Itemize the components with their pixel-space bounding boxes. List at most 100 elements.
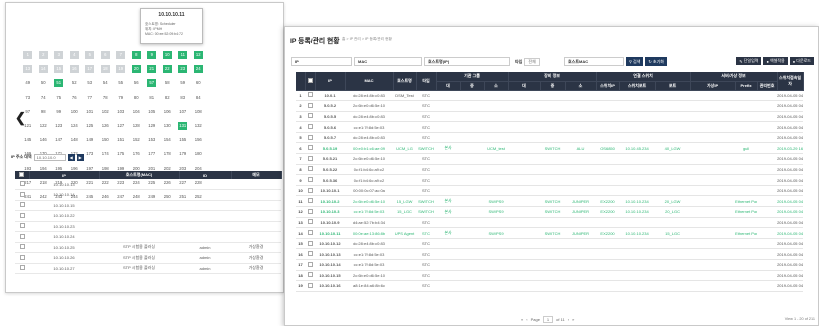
ip-cell[interactable]: 3 <box>51 48 67 62</box>
ip-cell[interactable]: 149 <box>82 133 98 147</box>
table-row[interactable]: 12 10.10.10.3 cc:e1:7f:8d:5e:03 15_LGC SWITC… <box>296 206 819 218</box>
ip-cell[interactable]: 128 <box>129 119 145 133</box>
hostname-search-field[interactable]: 호스트명(IP) <box>424 57 510 66</box>
ip-cell[interactable]: 175 <box>113 147 129 161</box>
row-checkbox[interactable] <box>15 210 29 222</box>
table-row[interactable]: 10.10.10.26 STP 시험용 플러싱 admin 가상환경 <box>15 252 281 264</box>
ip-cell[interactable]: 99 <box>51 105 67 119</box>
ip-cell[interactable]: 24 <box>191 62 207 76</box>
ip-cell[interactable]: 13 <box>20 62 36 76</box>
ip-cell[interactable]: 16 <box>67 62 83 76</box>
ip-cell[interactable]: 98 <box>36 105 52 119</box>
ip-cell[interactable]: 153 <box>144 133 160 147</box>
table-row[interactable]: 16 10.10.10.13 cc:e1:7f:8d:5e:03 STC 2019-04… <box>296 248 819 260</box>
ip-cell[interactable]: 129 <box>144 119 160 133</box>
column-header[interactable]: 소 <box>565 81 597 91</box>
row-checkbox[interactable] <box>305 280 315 292</box>
ip-cell[interactable]: 14 <box>36 62 52 76</box>
row-checkbox[interactable] <box>305 90 315 102</box>
row-checkbox[interactable] <box>305 195 315 208</box>
ip-cell[interactable]: 151 <box>113 133 129 147</box>
ip-cell[interactable]: 74 <box>36 91 52 105</box>
type-select[interactable]: 전체 <box>524 57 540 66</box>
ip-cell[interactable]: 147 <box>51 133 67 147</box>
mac-search-field[interactable]: MAC <box>354 57 422 66</box>
table-row[interactable]: 10.10.10.14 <box>15 189 281 201</box>
ip-cell[interactable]: 51 <box>51 76 67 90</box>
ip-cell[interactable]: 101 <box>82 105 98 119</box>
column-header[interactable]: IP <box>315 72 346 91</box>
ip-cell[interactable]: 11 <box>175 48 191 62</box>
ip-cell[interactable]: 130 <box>160 119 176 133</box>
row-checkbox[interactable] <box>15 242 29 253</box>
ip-cell[interactable]: 121 <box>20 119 36 133</box>
table-row[interactable]: 13 10.10.10.9 d4:ae:52:7b:b4:34 STC 2019-04-… <box>296 217 819 229</box>
column-header[interactable]: 가상IP <box>690 81 736 91</box>
row-checkbox[interactable] <box>305 132 315 144</box>
ip-cell[interactable]: 56 <box>129 76 145 90</box>
first-page-button[interactable]: « <box>521 317 523 322</box>
ip-cell[interactable]: 152 <box>129 133 145 147</box>
ip-cell[interactable]: 177 <box>144 147 160 161</box>
row-checkbox[interactable] <box>305 111 315 123</box>
table-row[interactable]: 10.10.10.27 STP 시험용 플러싱 admin 가상환경 <box>15 263 281 274</box>
ip-cell[interactable]: 73 <box>20 91 36 105</box>
download-button[interactable]: ● 다운로드 <box>789 57 814 65</box>
row-checkbox[interactable] <box>305 164 315 176</box>
ip-cell[interactable]: 124 <box>67 119 83 133</box>
ip-cell[interactable]: 107 <box>175 105 191 119</box>
ip-cell[interactable]: 131 <box>175 119 191 133</box>
table-row[interactable]: 18 10.10.10.15 2c:6b:e0:d6:5e:10 STC 2019-04… <box>296 270 819 282</box>
column-header[interactable]: 관리번호 <box>757 81 778 91</box>
page-input[interactable]: 1 <box>542 316 554 323</box>
table-row[interactable]: 8 5.0.5.22 0c:f1:b4:6c:a9:c2 STC 2019-04-05 … <box>296 164 819 176</box>
table-row[interactable]: 10.10.10.25 STP 시험용 플러싱 admin 가상환경 <box>15 242 281 253</box>
row-checkbox[interactable] <box>305 217 315 229</box>
ip-cell[interactable]: 50 <box>36 76 52 90</box>
table-row[interactable]: 3 5.0.5.5 dc:28:e4:8b:c0:83 STC 2019-04-05 0… <box>296 111 819 123</box>
ip-cell[interactable]: 127 <box>113 119 129 133</box>
ip-cell[interactable]: 21 <box>144 62 160 76</box>
ip-cell[interactable]: 23 <box>175 62 191 76</box>
table-row[interactable]: 14 10.10.10.11 00:0e:ae:13:86:8b UPS Agent S… <box>296 227 819 239</box>
ip-cell[interactable]: 4 <box>67 48 83 62</box>
ip-cell[interactable]: 20 <box>129 62 145 76</box>
ip-cell[interactable]: 82 <box>160 91 176 105</box>
ip-cell[interactable]: 178 <box>160 147 176 161</box>
column-header[interactable]: 스위치접속일자 <box>777 72 804 91</box>
table-row[interactable]: 19 10.10.10.16 a8:1e:84:a6:8b:6c STC 2019-04… <box>296 280 819 292</box>
row-checkbox[interactable] <box>305 206 315 218</box>
single-input-button[interactable]: ✎ 단일입력 <box>736 57 762 65</box>
ip-cell[interactable]: 5 <box>82 48 98 62</box>
column-header[interactable]: 대 <box>436 81 461 91</box>
ip-cell[interactable]: 10 <box>160 48 176 62</box>
ip-cell[interactable]: 9 <box>144 48 160 62</box>
column-header[interactable]: MAC <box>345 72 394 91</box>
ip-cell[interactable]: 155 <box>175 133 191 147</box>
row-checkbox[interactable] <box>305 238 315 250</box>
column-header[interactable]: 중 <box>460 81 485 91</box>
ip-cell[interactable]: 180 <box>191 147 207 161</box>
column-header[interactable]: IP <box>29 171 100 179</box>
table-row[interactable]: 17 10.10.10.14 cc:e1:7f:8d:5e:03 STC 2019-04… <box>296 259 819 271</box>
ip-cell[interactable]: 123 <box>51 119 67 133</box>
ip-cell[interactable]: 58 <box>160 76 176 90</box>
ip-cell[interactable]: 78 <box>98 91 114 105</box>
column-header[interactable]: 호스트명 <box>393 72 417 91</box>
table-row[interactable]: 10 10.10.10.1 00:00:0c:07:ac:0a STC 2019-04-… <box>296 185 819 197</box>
ip-cell[interactable]: 154 <box>160 133 176 147</box>
ip-cell[interactable]: 125 <box>82 119 98 133</box>
ip-cell[interactable]: 84 <box>191 91 207 105</box>
prev-range-button[interactable]: ◀ <box>67 153 75 161</box>
row-checkbox[interactable] <box>15 221 29 232</box>
table-row[interactable]: 10.10.10.13 <box>15 179 281 190</box>
row-checkbox[interactable] <box>15 252 29 264</box>
ip-cell[interactable]: 174 <box>98 147 114 161</box>
table-row[interactable]: 6 5.0.5.19 00:e0:b1:c6:ae:09 UCM_LG SWITCH 본사… <box>296 142 819 155</box>
reset-button[interactable]: ↻ 초기화 <box>645 57 667 66</box>
row-checkbox[interactable] <box>305 142 315 155</box>
ip-cell[interactable]: 146 <box>36 133 52 147</box>
table-row[interactable]: 10.10.10.24 <box>15 231 281 243</box>
ip-cell[interactable]: 108 <box>191 105 207 119</box>
table-row[interactable]: 4 5.0.5.6 cc:e1:7f:8d:5e:03 STC 2019-04-05 0… <box>296 121 819 133</box>
